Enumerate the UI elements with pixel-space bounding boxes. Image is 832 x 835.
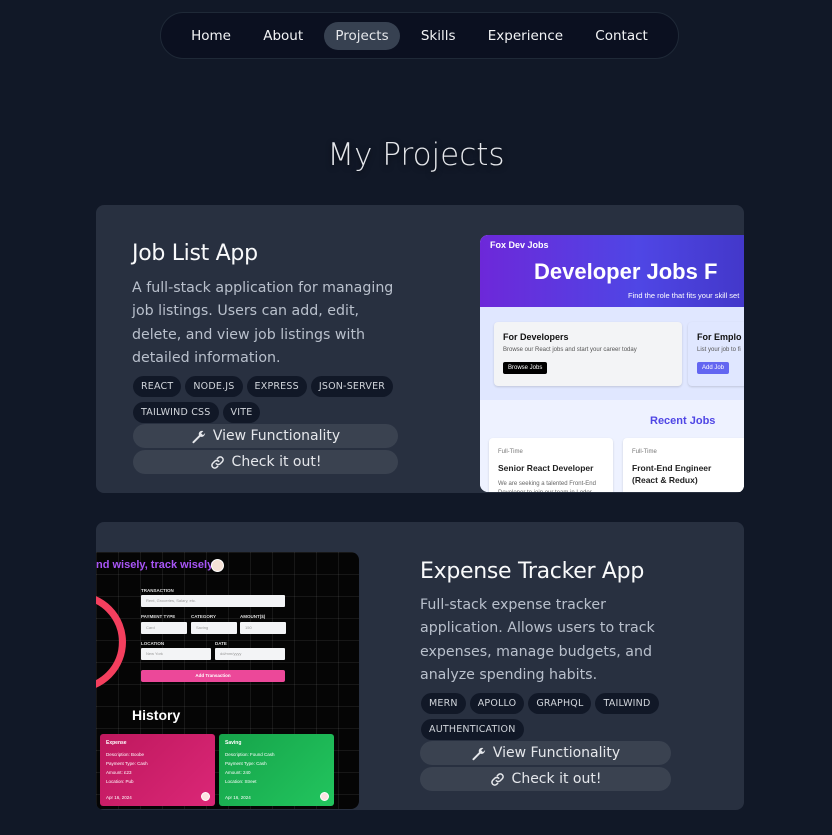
nav-skills[interactable]: Skills xyxy=(410,22,467,50)
avatar xyxy=(320,792,329,801)
tag: GRAPHQL xyxy=(528,693,592,714)
nav-home[interactable]: Home xyxy=(180,22,242,50)
button-label: View Functionality xyxy=(212,428,341,444)
nav-contact[interactable]: Contact xyxy=(584,22,659,50)
tag: REACT xyxy=(133,376,182,397)
project-title: Job List App xyxy=(132,241,258,266)
button-label: View Functionality xyxy=(492,745,621,761)
job-list-screenshot: Fox Dev Jobs Developer Jobs F Find the r… xyxy=(480,235,744,492)
link-icon xyxy=(490,772,504,786)
donut-chart xyxy=(96,592,126,692)
view-functionality-button[interactable]: View Functionality xyxy=(133,424,398,448)
job-card: Full-Time Front-End Engineer (React & Re… xyxy=(623,438,744,492)
tag: APOLLO xyxy=(469,693,525,714)
expense-card: Expense Description: Boobe Payment Type:… xyxy=(100,734,215,806)
wrench-icon xyxy=(472,747,485,760)
page-title: My Projects xyxy=(327,137,505,173)
employers-box: For Emplo List your job to fi Add Job xyxy=(688,322,744,386)
tag: VITE xyxy=(222,402,261,423)
saving-card: Saving Description: Found Cash Payment T… xyxy=(219,734,334,806)
tag: NODE.JS xyxy=(185,376,243,397)
expense-tracker-screenshot: nd wisely, track wisely TRANSACTION Rent… xyxy=(96,552,359,809)
recent-jobs-heading: Recent Jobs xyxy=(650,415,716,427)
logo: Fox Dev Jobs xyxy=(490,240,549,250)
wrench-icon xyxy=(192,430,205,443)
hero-heading: Developer Jobs F xyxy=(534,259,718,284)
avatar xyxy=(201,792,210,801)
view-functionality-button[interactable]: View Functionality xyxy=(420,741,671,765)
top-nav: Home About Projects Skills Experience Co… xyxy=(160,12,679,59)
nav-projects[interactable]: Projects xyxy=(324,21,400,50)
tag: JSON-SERVER xyxy=(310,376,394,397)
tag-list: REACT NODE.JS EXPRESS JSON-SERVER TAILWI… xyxy=(133,376,403,423)
project-card-job-list: Job List App A full-stack application fo… xyxy=(96,205,744,493)
hero-subheading: Find the role that fits your skill set xyxy=(628,291,740,300)
add-transaction-button: Add Transaction xyxy=(141,670,285,682)
project-description: Full-stack expense tracker application. … xyxy=(420,597,655,683)
avatar xyxy=(211,559,224,572)
add-job-button: Add Job xyxy=(697,362,730,374)
tag: MERN xyxy=(421,693,466,714)
nav-about[interactable]: About xyxy=(252,22,314,50)
tag: EXPRESS xyxy=(246,376,307,397)
browse-jobs-button: Browse Jobs xyxy=(503,362,548,374)
tag: AUTHENTICATION xyxy=(421,719,524,740)
project-description: A full-stack application for managing jo… xyxy=(132,280,394,366)
tag: TAILWIND xyxy=(595,693,659,714)
check-it-out-button[interactable]: Check it out! xyxy=(133,450,398,474)
check-it-out-button[interactable]: Check it out! xyxy=(420,767,671,791)
tag: TAILWIND CSS xyxy=(133,402,219,423)
job-card: Full-Time Senior React Developer We are … xyxy=(489,438,613,492)
link-icon xyxy=(210,455,224,469)
project-card-expense-tracker: nd wisely, track wisely TRANSACTION Rent… xyxy=(96,522,744,810)
tag-list: MERN APOLLO GRAPHQL TAILWIND AUTHENTICAT… xyxy=(421,693,671,740)
developers-box: For Developers Browse our React jobs and… xyxy=(494,322,682,386)
button-label: Check it out! xyxy=(231,454,322,470)
nav-experience[interactable]: Experience xyxy=(477,22,574,50)
app-title: nd wisely, track wisely xyxy=(96,559,214,571)
history-heading: History xyxy=(132,707,181,723)
project-title: Expense Tracker App xyxy=(420,559,644,584)
button-label: Check it out! xyxy=(511,771,602,787)
